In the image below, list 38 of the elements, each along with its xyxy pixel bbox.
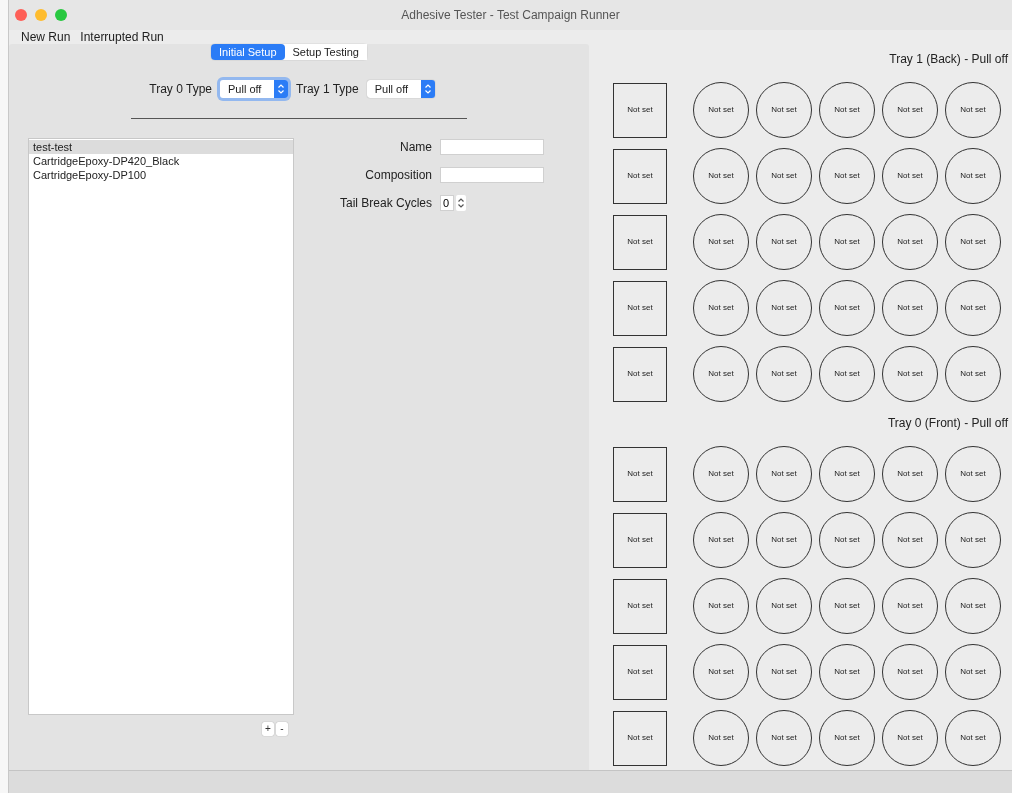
composition-field[interactable] (440, 167, 545, 183)
composition-label: Composition (364, 167, 433, 184)
list-item[interactable]: test-test (29, 140, 293, 154)
tab[interactable]: Initial Setup (211, 44, 285, 60)
slot-square[interactable]: Not set (613, 82, 667, 138)
tray-title: Tray 1 (Back) - Pull off (889, 51, 1008, 68)
slot-square[interactable]: Not set (613, 214, 667, 270)
tab[interactable]: Setup Testing (284, 44, 367, 60)
chevron-icon (423, 83, 432, 95)
chevron-icon (277, 83, 285, 95)
menu-item[interactable]: New Run (21, 28, 71, 46)
menu-item[interactable]: Interrupted Run (80, 28, 164, 46)
slot-square[interactable]: Not set (613, 644, 667, 700)
stepper-icon (457, 197, 466, 209)
close-icon[interactable] (15, 9, 27, 21)
slot-square[interactable]: Not set (613, 280, 667, 336)
window-title: Adhesive Tester - Test Campaign Runner (401, 7, 620, 24)
slot-square[interactable]: Not set (613, 446, 667, 502)
slot-square[interactable]: Not set (613, 512, 667, 568)
slot-square[interactable]: Not set (613, 578, 667, 634)
list-item[interactable]: CartridgeEpoxy-DP100 (29, 168, 293, 182)
list-item[interactable]: CartridgeEpoxy-DP420_Black (29, 154, 293, 168)
name-label: Name (399, 139, 433, 156)
tray-type-select[interactable]: Pull off (220, 80, 288, 98)
tray-title: Tray 0 (Front) - Pull off (887, 415, 1008, 432)
slot-square[interactable]: Not set (613, 346, 667, 402)
zoom-icon[interactable] (55, 9, 67, 21)
list-button[interactable]: - (276, 722, 288, 736)
slot-square[interactable]: Not set (613, 148, 667, 204)
name-field[interactable] (440, 139, 545, 155)
tray-type-label: Tray 0 Type (149, 81, 212, 98)
tail-break-field[interactable]: 0 (440, 195, 455, 211)
slot-square[interactable]: Not set (613, 710, 667, 766)
list-button[interactable]: + (262, 722, 274, 736)
tray-type-label: Tray 1 Type (296, 81, 359, 98)
minimize-icon[interactable] (35, 9, 47, 21)
tray-type-select[interactable]: Pull off (366, 80, 435, 98)
tail-break-label: Tail Break Cycles (340, 195, 433, 212)
